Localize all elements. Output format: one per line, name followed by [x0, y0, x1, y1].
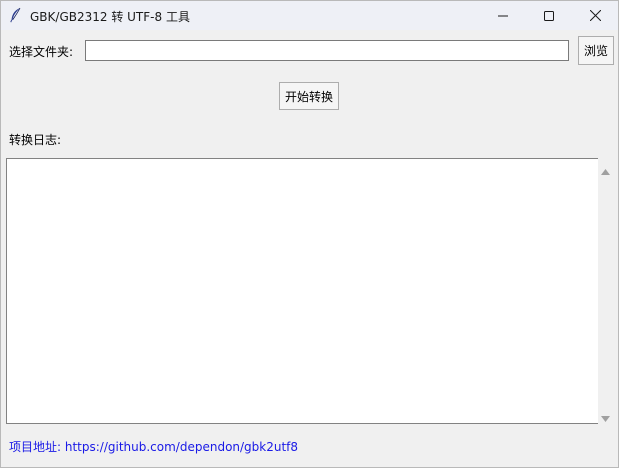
scroll-up-arrow-icon[interactable]	[601, 164, 610, 178]
window-title: GBK/GB2312 转 UTF-8 工具	[30, 10, 190, 24]
project-url-link[interactable]: 项目地址: https://github.com/dependon/gbk2ut…	[9, 438, 298, 455]
close-icon	[589, 10, 601, 21]
folder-path-input[interactable]	[85, 40, 569, 61]
start-convert-button[interactable]: 开始转换	[279, 82, 339, 110]
minimize-button[interactable]	[480, 1, 526, 30]
log-scrollbar[interactable]	[598, 158, 614, 424]
browse-button[interactable]: 浏览	[578, 36, 614, 65]
log-label: 转换日志:	[9, 133, 62, 147]
maximize-icon	[544, 10, 554, 21]
close-button[interactable]	[572, 1, 618, 30]
folder-label: 选择文件夹:	[9, 45, 74, 59]
app-window: GBK/GB2312 转 UTF-8 工具 选择文件夹: 浏览 开始转换 转换日…	[0, 0, 619, 468]
feather-icon	[9, 7, 23, 23]
scroll-down-arrow-icon[interactable]	[601, 411, 610, 425]
minimize-icon	[498, 11, 508, 21]
log-textarea[interactable]	[6, 158, 598, 424]
title-bar[interactable]: GBK/GB2312 转 UTF-8 工具	[1, 1, 618, 30]
maximize-button[interactable]	[526, 1, 572, 30]
